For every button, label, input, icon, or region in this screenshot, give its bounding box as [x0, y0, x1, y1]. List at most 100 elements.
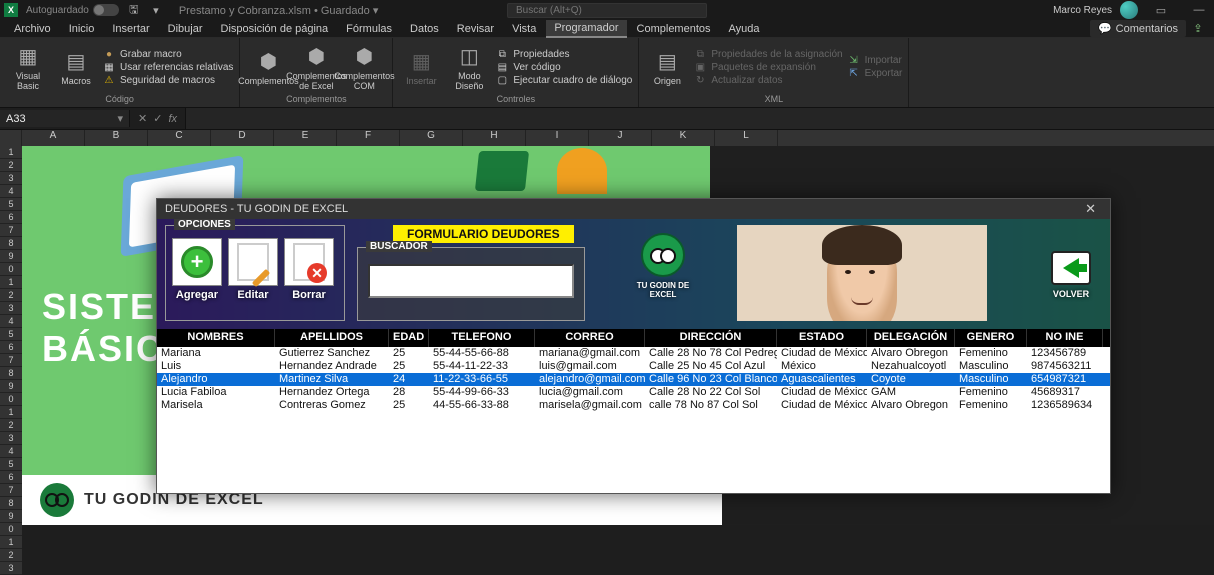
column-header[interactable]: F [337, 130, 400, 146]
deudores-table[interactable]: NOMBRESAPELLIDOSEDADTELEFONOCORREODIRECC… [157, 329, 1110, 493]
search-input[interactable] [507, 3, 707, 18]
column-header[interactable]: J [589, 130, 652, 146]
row-header[interactable]: 8 [0, 367, 22, 380]
table-column-header[interactable]: APELLIDOS [275, 329, 389, 347]
avatar[interactable] [1120, 1, 1138, 19]
row-header[interactable]: 3 [0, 302, 22, 315]
autosave-switch[interactable] [93, 4, 119, 16]
row-header[interactable]: 1 [0, 406, 22, 419]
table-row[interactable]: Lucia FabiloaHernandez Ortega2855-44-99-… [157, 386, 1110, 399]
menu-tab-vista[interactable]: Vista [504, 21, 544, 37]
row-header[interactable]: 6 [0, 341, 22, 354]
buscador-input[interactable] [368, 264, 574, 298]
row-header[interactable]: 3 [0, 172, 22, 185]
table-body[interactable]: MarianaGutierrez Sanchez2555-44-55-66-88… [157, 347, 1110, 412]
menu-tab-disposición-de-página[interactable]: Disposición de página [213, 21, 337, 37]
row-header[interactable]: 8 [0, 497, 22, 510]
ribbon-compl-excel-button[interactable]: ⬢Complementos de Excel [294, 40, 338, 94]
table-header[interactable]: NOMBRESAPELLIDOSEDADTELEFONOCORREODIRECC… [157, 329, 1110, 347]
cancel-formula-icon[interactable]: ✕ [138, 112, 147, 125]
row-header[interactable]: 3 [0, 562, 22, 575]
qat-dropdown-icon[interactable]: ▾ [149, 3, 163, 17]
menu-tab-fórmulas[interactable]: Fórmulas [338, 21, 400, 37]
share-button[interactable]: ⇪ [1188, 22, 1208, 35]
fx-icon[interactable]: fx [168, 113, 177, 125]
row-header[interactable]: 2 [0, 419, 22, 432]
ribbon-item-seguridad-de-macros[interactable]: ⚠Seguridad de macros [102, 75, 233, 86]
table-row[interactable]: LuisHernandez Andrade2555-44-11-22-33lui… [157, 360, 1110, 373]
column-headers[interactable]: ABCDEFGHIJKL [0, 130, 1214, 146]
row-header[interactable]: 8 [0, 237, 22, 250]
filename-label[interactable]: Prestamo y Cobranza.xlsm • Guardado ▾ [179, 4, 379, 17]
row-header[interactable]: 4 [0, 445, 22, 458]
minimize-icon[interactable]: — [1184, 0, 1214, 20]
menu-tab-inicio[interactable]: Inicio [61, 21, 103, 37]
select-all-corner[interactable] [0, 130, 22, 146]
row-header[interactable]: 7 [0, 484, 22, 497]
row-header[interactable]: 6 [0, 471, 22, 484]
row-header[interactable]: 5 [0, 328, 22, 341]
editar-button[interactable] [228, 238, 278, 286]
dialog-titlebar[interactable]: DEUDORES - TU GODIN DE EXCEL ✕ [157, 199, 1110, 219]
table-row[interactable]: AlejandroMartinez Silva2411-22-33-66-55a… [157, 373, 1110, 386]
column-header[interactable]: K [652, 130, 715, 146]
ribbon-item-usar-referencias-relativas[interactable]: ▦Usar referencias relativas [102, 62, 233, 73]
row-headers[interactable]: 123456789012345678901234567890123 [0, 146, 22, 575]
table-column-header[interactable]: TELEFONO [429, 329, 535, 347]
borrar-button[interactable] [284, 238, 334, 286]
table-column-header[interactable]: CORREO [535, 329, 645, 347]
ribbon-item-ver-código[interactable]: ▤Ver código [495, 62, 632, 73]
row-header[interactable]: 6 [0, 211, 22, 224]
table-column-header[interactable]: DELEGACIÓN [867, 329, 955, 347]
menu-tab-datos[interactable]: Datos [402, 21, 447, 37]
row-header[interactable]: 9 [0, 510, 22, 523]
row-header[interactable]: 5 [0, 198, 22, 211]
column-header[interactable]: B [85, 130, 148, 146]
table-row[interactable]: MariselaContreras Gomez2544-55-66-33-88m… [157, 399, 1110, 412]
ribbon-modo-diseno-button[interactable]: ◫Modo Diseño [447, 40, 491, 94]
column-header[interactable]: H [463, 130, 526, 146]
column-header[interactable]: L [715, 130, 778, 146]
ribbon-item-propiedades[interactable]: ⧉Propiedades [495, 49, 632, 60]
menu-tab-revisar[interactable]: Revisar [449, 21, 502, 37]
row-header[interactable]: 7 [0, 354, 22, 367]
column-header[interactable]: G [400, 130, 463, 146]
menu-tab-programador[interactable]: Programador [546, 20, 626, 38]
table-column-header[interactable]: DIRECCIÓN [645, 329, 777, 347]
row-header[interactable]: 2 [0, 549, 22, 562]
ribbon-item-ejecutar-cuadro-de-diálogo[interactable]: ▢Ejecutar cuadro de diálogo [495, 75, 632, 86]
ribbon-compl-com-button[interactable]: ⬢Complementos COM [342, 40, 386, 94]
accept-formula-icon[interactable]: ✓ [153, 112, 162, 125]
save-icon[interactable]: 🖫 [127, 3, 141, 17]
row-header[interactable]: 0 [0, 263, 22, 276]
user-name-label[interactable]: Marco Reyes [1053, 5, 1112, 16]
row-header[interactable]: 5 [0, 458, 22, 471]
row-header[interactable]: 1 [0, 146, 22, 159]
formula-input[interactable] [186, 108, 1214, 129]
menu-tab-ayuda[interactable]: Ayuda [721, 21, 768, 37]
volver-button[interactable]: VOLVER [1048, 251, 1094, 299]
name-box[interactable]: A33 ▾ [0, 110, 130, 127]
comments-button[interactable]: 💬 Comentarios [1090, 20, 1186, 37]
ribbon-item-grabar-macro[interactable]: ●Grabar macro [102, 49, 233, 60]
row-header[interactable]: 7 [0, 224, 22, 237]
row-header[interactable]: 0 [0, 393, 22, 406]
search-box[interactable] [507, 3, 707, 18]
ribbon-visual-basic-button[interactable]: ▦Visual Basic [6, 40, 50, 94]
menu-tab-complementos[interactable]: Complementos [629, 21, 719, 37]
row-header[interactable]: 9 [0, 380, 22, 393]
agregar-button[interactable]: + [172, 238, 222, 286]
ribbon-macros-button[interactable]: ▤Macros [54, 40, 98, 94]
row-header[interactable]: 4 [0, 315, 22, 328]
column-header[interactable]: I [526, 130, 589, 146]
column-header[interactable]: E [274, 130, 337, 146]
row-header[interactable]: 2 [0, 159, 22, 172]
ribbon-complementos-button[interactable]: ⬢Complementos [246, 40, 290, 94]
table-row[interactable]: MarianaGutierrez Sanchez2555-44-55-66-88… [157, 347, 1110, 360]
column-header[interactable]: A [22, 130, 85, 146]
row-header[interactable]: 1 [0, 536, 22, 549]
row-header[interactable]: 4 [0, 185, 22, 198]
menu-tab-archivo[interactable]: Archivo [6, 21, 59, 37]
table-column-header[interactable]: GENERO [955, 329, 1027, 347]
column-header[interactable]: D [211, 130, 274, 146]
